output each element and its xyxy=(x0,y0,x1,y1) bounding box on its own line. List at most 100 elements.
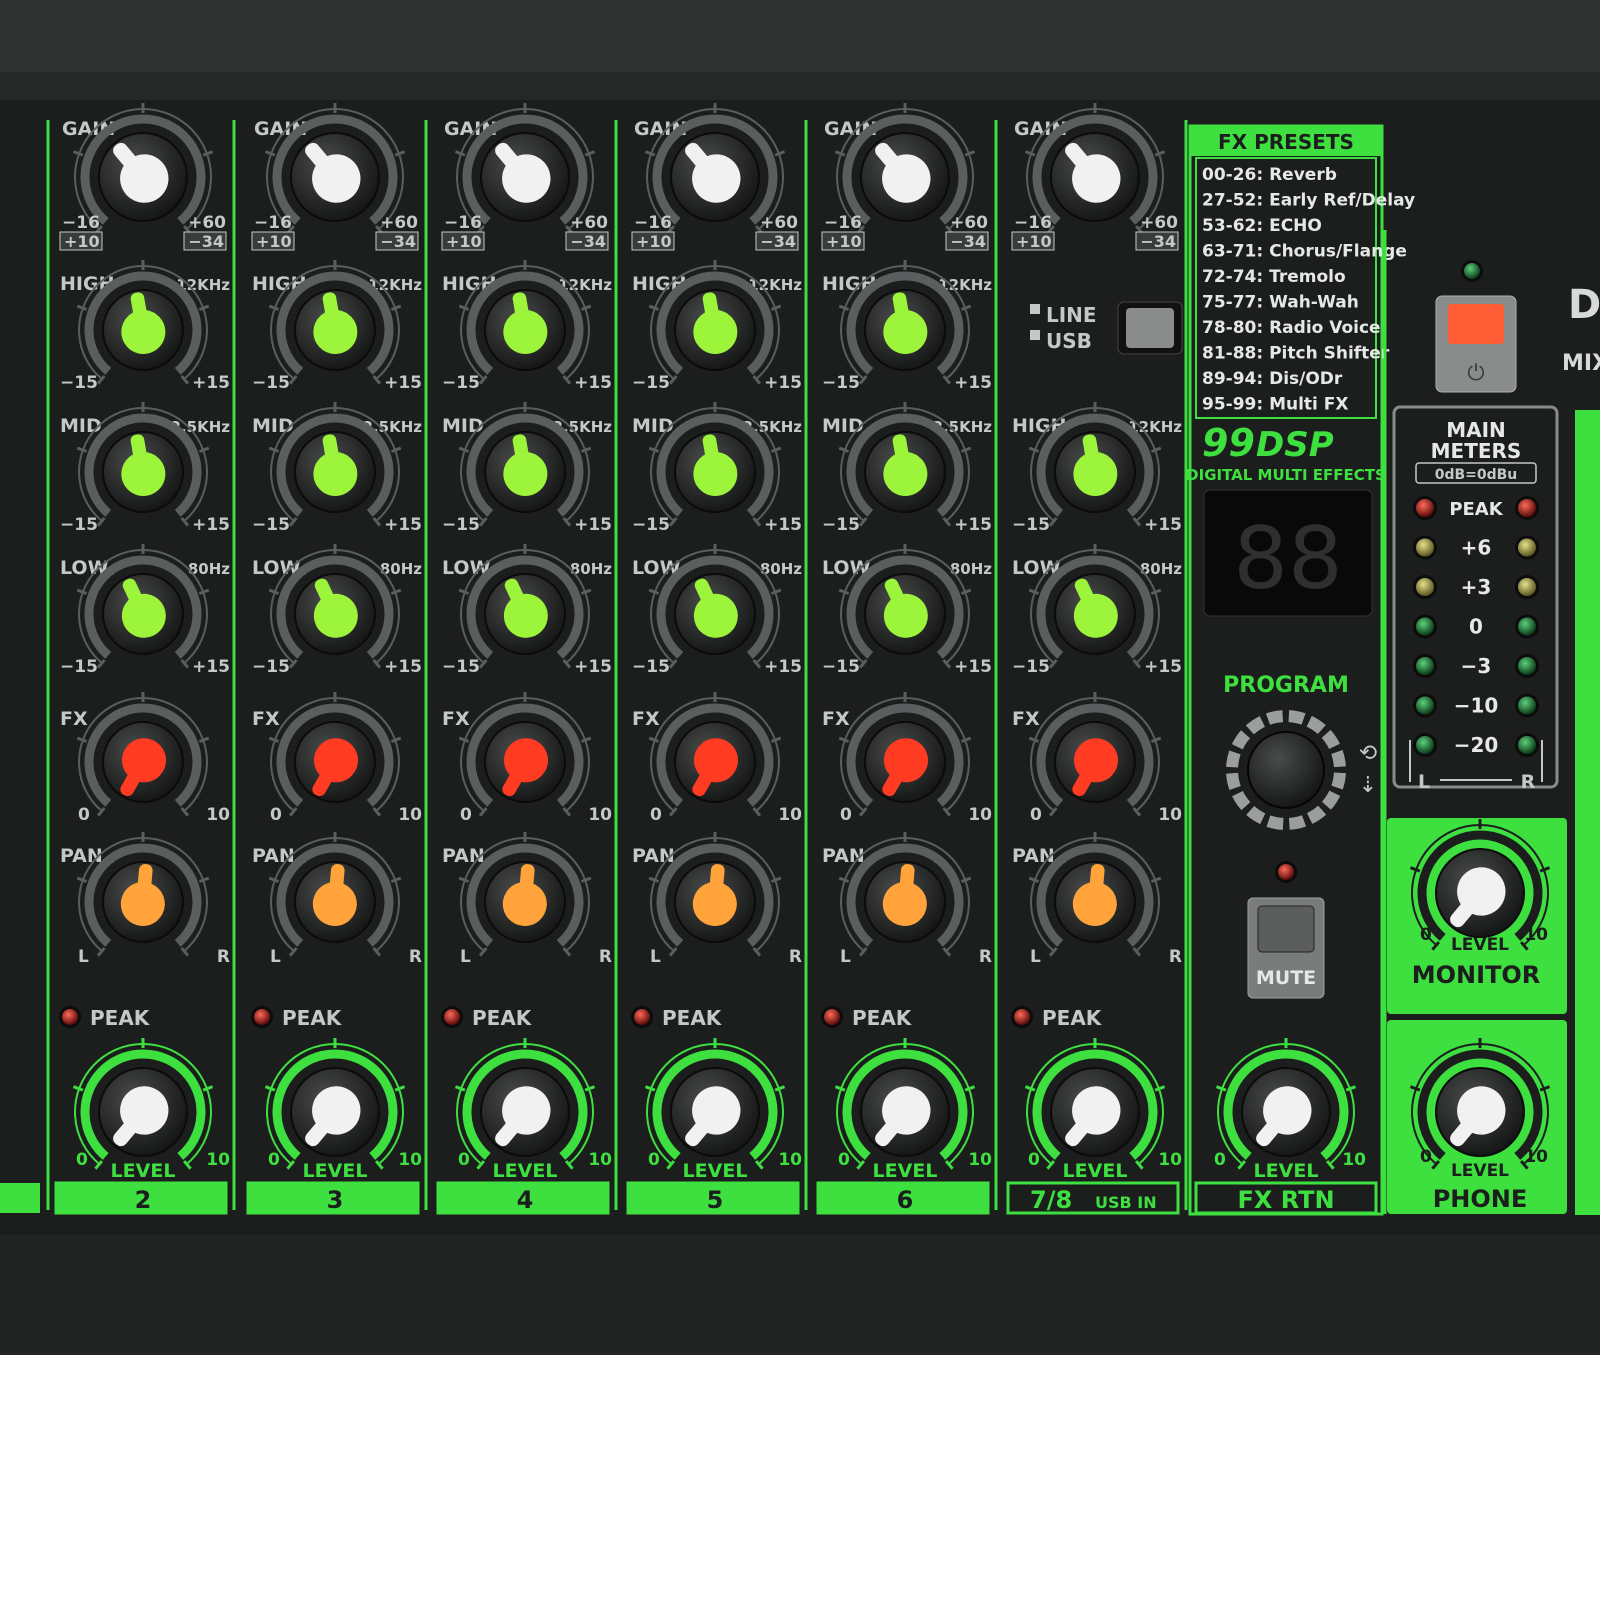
mid-label: MID xyxy=(822,415,864,437)
pan-right-label: R xyxy=(1169,947,1182,967)
meter-led-right xyxy=(1518,538,1536,557)
program-encoder-detent xyxy=(1231,730,1251,750)
program-encoder-detent xyxy=(1331,749,1346,768)
power-icon: ⏻ xyxy=(1467,361,1484,386)
pan-label: PAN xyxy=(252,845,295,867)
rotate-icon: ⟲ xyxy=(1359,741,1377,766)
pan-left-label: L xyxy=(840,947,851,967)
fx-max-label: 10 xyxy=(968,805,992,825)
fx-return-min-label: 0 xyxy=(1214,1150,1226,1170)
level-max-label: 10 xyxy=(778,1150,802,1170)
program-encoder-detent xyxy=(1226,750,1241,768)
program-encoder-detent xyxy=(1266,815,1284,830)
program-encoder-detent xyxy=(1245,716,1266,735)
pan-right-label: R xyxy=(789,947,802,967)
program-encoder-detent xyxy=(1306,715,1326,735)
fx-max-label: 10 xyxy=(778,805,802,825)
level-max-label: 10 xyxy=(398,1150,422,1170)
peak-led xyxy=(824,1009,840,1025)
meter-led-left xyxy=(1416,736,1434,754)
level-min-label: 0 xyxy=(76,1150,88,1170)
mid-max-label: +15 xyxy=(574,515,612,535)
monitor-level-label: LEVEL xyxy=(1451,935,1509,955)
level-label: LEVEL xyxy=(683,1160,748,1182)
mid-max-label: +15 xyxy=(192,515,230,535)
pan-left-label: L xyxy=(78,947,89,967)
fx-max-label: 10 xyxy=(206,805,230,825)
meter-led-right xyxy=(1518,617,1536,636)
dsp-logo-word: DSP xyxy=(1256,425,1334,465)
meter-led-right xyxy=(1518,696,1536,715)
fx-send-label: FX xyxy=(632,708,660,730)
channel-number: 4 xyxy=(517,1186,534,1214)
low-min-label: −15 xyxy=(60,657,98,677)
low-min-label: −15 xyxy=(442,657,480,677)
mid-label: MID xyxy=(442,415,484,437)
high-min-label: −15 xyxy=(822,373,860,393)
mid-min-label: −15 xyxy=(60,515,98,535)
mid-min-label: −15 xyxy=(442,515,480,535)
fx-preset-item: 81-88: Pitch Shifter xyxy=(1202,344,1390,364)
meters-title-2: METERS xyxy=(1431,439,1522,463)
gain-min-label: −16 xyxy=(634,213,672,233)
program-encoder-detent xyxy=(1226,772,1241,791)
meter-left-label: L xyxy=(1418,771,1430,793)
fx-min-label: 0 xyxy=(270,805,282,825)
gain-alt-max: −34 xyxy=(570,232,606,251)
high-min-label: −15 xyxy=(632,373,670,393)
mid-min-label: −15 xyxy=(632,515,670,535)
pan-label: PAN xyxy=(632,845,675,867)
mid-min-label: −15 xyxy=(822,515,860,535)
channel-number: 2 xyxy=(135,1186,152,1214)
meter-row-label: +3 xyxy=(1461,575,1492,599)
mid-max-label: +15 xyxy=(764,515,802,535)
channel-number-plate xyxy=(0,1183,40,1213)
dsp-logo-number: 99 xyxy=(1202,421,1255,465)
power-led xyxy=(1464,263,1480,279)
meter-row-label: −10 xyxy=(1454,694,1499,718)
peak-led xyxy=(634,1009,650,1025)
pan-label: PAN xyxy=(60,845,103,867)
meter-led-left xyxy=(1416,657,1434,675)
gain-alt-max: −34 xyxy=(380,232,416,251)
fx-preset-item: 95-99: Multi FX xyxy=(1202,395,1349,415)
fx-min-label: 0 xyxy=(78,805,90,825)
gain-min-label: −16 xyxy=(62,213,100,233)
meter-led-left xyxy=(1416,499,1434,517)
meter-led-left xyxy=(1416,578,1434,596)
brand-edge-text: D xyxy=(1568,282,1600,328)
program-encoder-detent xyxy=(1321,729,1340,750)
low-min-label: −15 xyxy=(822,657,860,677)
channel-usb-label: USB IN xyxy=(1095,1193,1157,1212)
peak-label: PEAK xyxy=(852,1006,913,1030)
fx-min-label: 0 xyxy=(840,805,852,825)
level-min-label: 0 xyxy=(458,1150,470,1170)
pan-left-label: L xyxy=(1030,947,1041,967)
mid-min-label: −15 xyxy=(252,515,290,535)
meter-led-right xyxy=(1518,736,1536,754)
program-encoder-detent xyxy=(1232,790,1251,811)
line-usb-button[interactable] xyxy=(1126,308,1174,348)
front-lip xyxy=(0,1235,1600,1355)
pan-label: PAN xyxy=(822,845,865,867)
fx-preset-item: 72-74: Tremolo xyxy=(1202,267,1346,287)
monitor-max-label: 10 xyxy=(1524,925,1548,945)
program-label: PROGRAM xyxy=(1223,673,1349,698)
meter-led-right xyxy=(1518,578,1536,596)
peak-label: PEAK xyxy=(662,1006,723,1030)
usb-label: USB xyxy=(1046,329,1092,353)
peak-led xyxy=(1014,1009,1030,1025)
level-label: LEVEL xyxy=(1063,1160,1128,1182)
peak-label: PEAK xyxy=(1042,1006,1103,1030)
fx-preset-item: 89-94: Dis/ODr xyxy=(1202,369,1343,389)
high-min-label: −15 xyxy=(60,373,98,393)
program-encoder[interactable] xyxy=(1247,731,1325,809)
mute-button[interactable] xyxy=(1257,905,1315,953)
phone-level-label: LEVEL xyxy=(1451,1161,1509,1181)
power-button[interactable] xyxy=(1448,304,1504,344)
low-max-label: +15 xyxy=(192,657,230,677)
low-max-label: +15 xyxy=(1144,657,1182,677)
line-label: LINE xyxy=(1046,303,1097,327)
model-edge-text: MIX xyxy=(1562,351,1600,376)
pan-right-label: R xyxy=(409,947,422,967)
